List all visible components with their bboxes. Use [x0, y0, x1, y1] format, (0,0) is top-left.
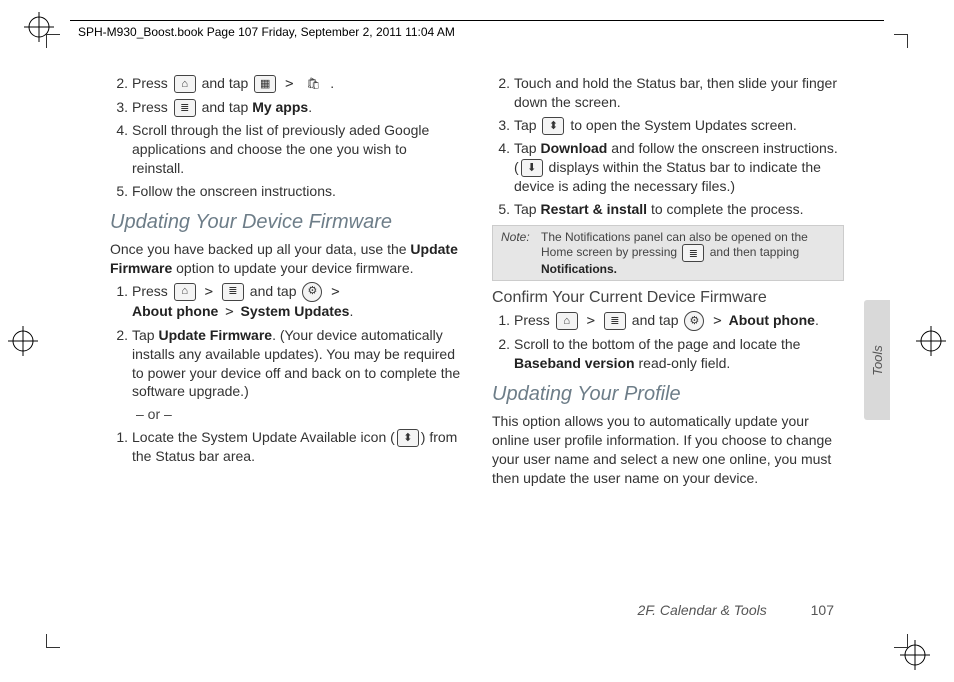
chevron-right-icon: >	[225, 304, 233, 320]
page-footer: 2F. Calendar & Tools 107	[638, 602, 834, 618]
apps-grid-icon: ▦	[254, 75, 276, 93]
step-item: 4. Scroll through the list of previously…	[110, 121, 462, 178]
step-item: 5. Tap Restart & install to complete the…	[492, 200, 844, 219]
left-column: 2. Press ⌂ and tap ▦ > 🛍 . 3. Press ≣ an…	[110, 70, 462, 622]
crop-mark-icon	[46, 34, 60, 48]
crop-mark-icon	[894, 34, 908, 48]
right-column: 2. Touch and hold the Status bar, then s…	[492, 70, 844, 622]
home-key-icon: ⌂	[174, 75, 196, 93]
page-header: SPH-M930_Boost.book Page 107 Friday, Sep…	[70, 20, 884, 43]
step-item: 4. Tap Download and follow the onscreen …	[492, 139, 844, 196]
step-item: 1. Press ⌂ > ≣ and tap ⚙ > About phone.	[492, 311, 844, 331]
or-separator: – or –	[136, 405, 462, 424]
market-bag-icon: 🛍	[302, 75, 324, 93]
download-icon: ⬇	[521, 159, 543, 177]
chevron-right-icon: >	[587, 313, 595, 329]
home-key-icon: ⌂	[174, 283, 196, 301]
menu-key-icon: ≣	[682, 244, 704, 262]
section-heading: Updating Your Device Firmware	[110, 211, 462, 234]
menu-key-icon: ≣	[222, 283, 244, 301]
side-tab-label: Tools	[870, 345, 885, 376]
step-item: 3. Press ≣ and tap My apps.	[110, 98, 462, 117]
note-box: Note: The Notifications panel can also b…	[492, 225, 844, 281]
settings-gear-icon: ⚙	[684, 311, 704, 331]
step-item: 5. Follow the onscreen instructions.	[110, 182, 462, 201]
chevron-right-icon: >	[331, 284, 339, 300]
home-key-icon: ⌂	[556, 312, 578, 330]
registration-mark-icon	[916, 326, 946, 356]
subsection-heading: Confirm Your Current Device Firmware	[492, 289, 844, 307]
menu-key-icon: ≣	[174, 99, 196, 117]
paragraph: Once you have backed up all your data, u…	[110, 240, 462, 278]
crop-mark-icon	[46, 634, 60, 648]
step-item: 3. Tap ⬍ to open the System Updates scre…	[492, 116, 844, 135]
page-body: 2. Press ⌂ and tap ▦ > 🛍 . 3. Press ≣ an…	[110, 70, 844, 622]
chevron-right-icon: >	[205, 284, 213, 300]
step-item: 1. Locate the System Update Available ic…	[110, 428, 462, 466]
system-update-icon: ⬍	[397, 429, 419, 447]
step-item: 2. Press ⌂ and tap ▦ > 🛍 .	[110, 74, 462, 94]
step-item: 1. Press ⌂ > ≣ and tap ⚙ > About phone >…	[110, 282, 462, 322]
section-heading: Updating Your Profile	[492, 383, 844, 406]
chevron-right-icon: >	[713, 313, 721, 329]
side-tab: Tools	[864, 300, 890, 420]
menu-key-icon: ≣	[604, 312, 626, 330]
chevron-right-icon: >	[285, 76, 293, 92]
footer-section: 2F. Calendar & Tools	[638, 602, 767, 618]
system-update-icon: ⬍	[542, 117, 564, 135]
page-number: 107	[811, 602, 834, 618]
note-label: Note:	[501, 230, 541, 276]
crop-mark-icon	[894, 634, 908, 648]
paragraph: This option allows you to automatically …	[492, 412, 844, 488]
step-item: 2. Scroll to the bottom of the page and …	[492, 335, 844, 373]
registration-mark-icon	[8, 326, 38, 356]
step-item: 2. Tap Update Firmware. (Your device aut…	[110, 326, 462, 402]
step-item: 2. Touch and hold the Status bar, then s…	[492, 74, 844, 112]
settings-gear-icon: ⚙	[302, 282, 322, 302]
